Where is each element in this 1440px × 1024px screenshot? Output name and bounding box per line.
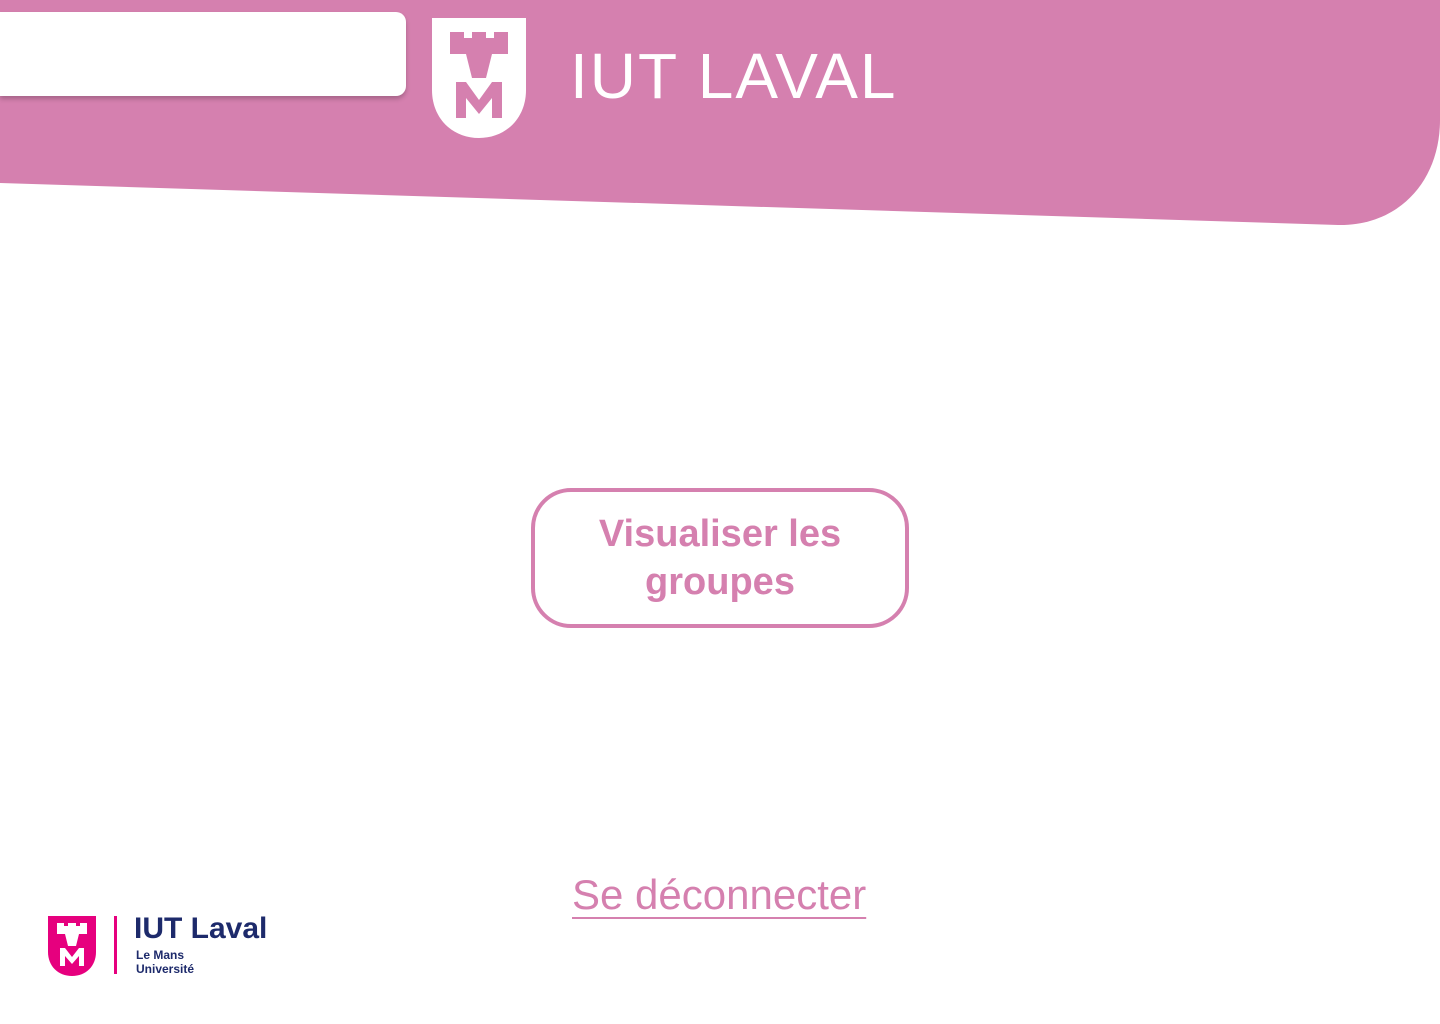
footer-logo-divider <box>114 916 117 974</box>
view-groups-button[interactable]: Visualiser les groupes <box>531 488 909 628</box>
view-groups-button-label: Visualiser les groupes <box>598 513 842 603</box>
footer-logo-shield-icon <box>48 916 96 976</box>
page: IUT LAVAL Visualiser les groupes Se déco… <box>0 0 1440 1024</box>
footer-logo-subtitle: Le Mans Université <box>136 948 194 976</box>
header-logo-shield-icon <box>432 18 526 138</box>
logout-link[interactable]: Se déconnecter <box>572 868 866 922</box>
header-title: IUT LAVAL <box>570 40 898 112</box>
footer-logo: IUT Laval Le Mans Université <box>48 912 288 980</box>
footer-logo-sub-line2: Université <box>136 962 195 976</box>
footer-logo-sub-line1: Le Mans <box>136 948 185 962</box>
search-input[interactable] <box>0 12 406 96</box>
footer-logo-name: IUT Laval <box>134 912 268 945</box>
